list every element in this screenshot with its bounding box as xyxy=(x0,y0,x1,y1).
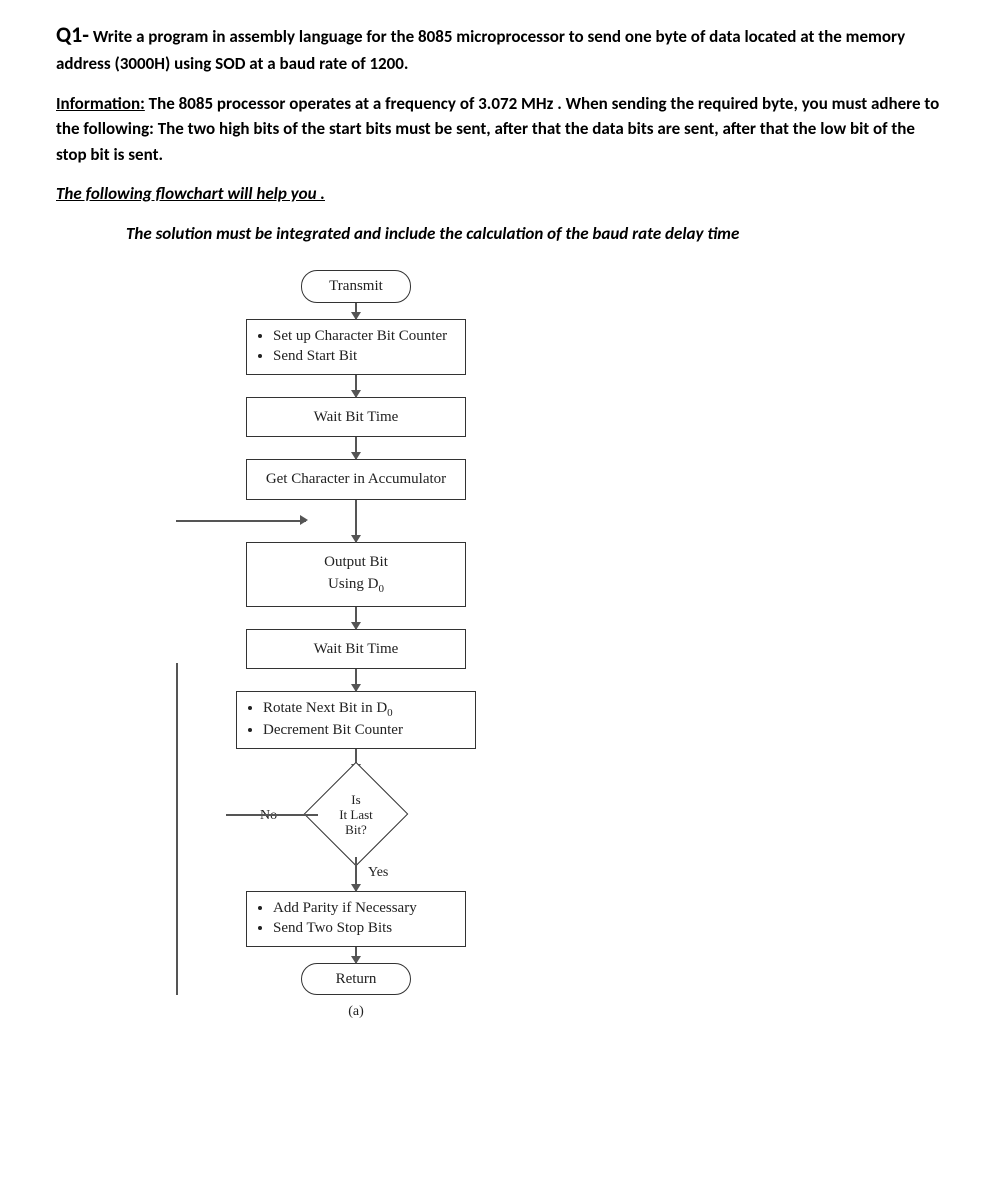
flow-step-wait1: Wait Bit Time xyxy=(246,397,466,438)
flow-decision: Is It Last Bit? No Yes xyxy=(246,771,466,857)
flow-step-setup: Set up Character Bit Counter Send Start … xyxy=(246,319,466,375)
flow-arrow xyxy=(355,669,357,691)
flow-arrow xyxy=(355,437,357,459)
flow-step-getchar: Get Character in Accumulator xyxy=(246,459,466,500)
flow-arrow xyxy=(355,303,357,319)
flow-loop-entry xyxy=(176,520,306,522)
helper-note: The solution must be integrated and incl… xyxy=(126,221,942,247)
flow-step-rotate-a: Rotate Next Bit in D0 xyxy=(263,699,467,720)
flowchart: Transmit Set up Character Bit Counter Se… xyxy=(196,270,516,1022)
flow-arrow xyxy=(355,947,357,963)
flow-step-parity-b: Send Two Stop Bits xyxy=(273,919,457,939)
flow-step-setup-a: Set up Character Bit Counter xyxy=(273,327,457,347)
flow-loop-vertical xyxy=(176,663,178,995)
flow-loop-entry-arrow xyxy=(300,515,308,525)
flow-no-line-h xyxy=(226,814,318,816)
question-label: Q1- xyxy=(56,21,89,48)
flow-yes-label: Yes xyxy=(368,862,388,883)
flow-step-output-sub: 0 xyxy=(378,583,384,595)
question-text: Write a program in assembly language for… xyxy=(56,26,905,74)
flow-step-rotate: Rotate Next Bit in D0 Decrement Bit Coun… xyxy=(236,691,476,749)
information-block: Information: The 8085 processor operates… xyxy=(56,91,942,168)
question-block: Q1- Write a program in assembly language… xyxy=(56,18,942,77)
flow-arrow xyxy=(355,607,357,629)
flow-step-setup-b: Send Start Bit xyxy=(273,347,457,367)
information-text: The 8085 processor operates at a frequen… xyxy=(56,93,939,165)
flow-arrow xyxy=(355,375,357,397)
helper-intro: The following flowchart will help you . xyxy=(56,181,942,207)
information-label: Information: xyxy=(56,93,145,114)
flow-arrow xyxy=(355,857,357,891)
flow-end: Return xyxy=(301,963,411,996)
flow-step-wait2: Wait Bit Time xyxy=(246,629,466,670)
flow-step-parity-a: Add Parity if Necessary xyxy=(273,899,457,919)
flow-arrow xyxy=(355,500,357,542)
flow-step-output-a: Output Bit xyxy=(324,554,388,570)
flow-start: Transmit xyxy=(301,270,411,303)
flow-caption: (a) xyxy=(196,1001,516,1022)
flow-step-output: Output Bit Using D0 xyxy=(246,542,466,607)
flow-step-rotate-b: Decrement Bit Counter xyxy=(263,721,467,741)
flow-step-parity: Add Parity if Necessary Send Two Stop Bi… xyxy=(246,891,466,947)
flow-step-output-b: Using D xyxy=(328,576,378,592)
